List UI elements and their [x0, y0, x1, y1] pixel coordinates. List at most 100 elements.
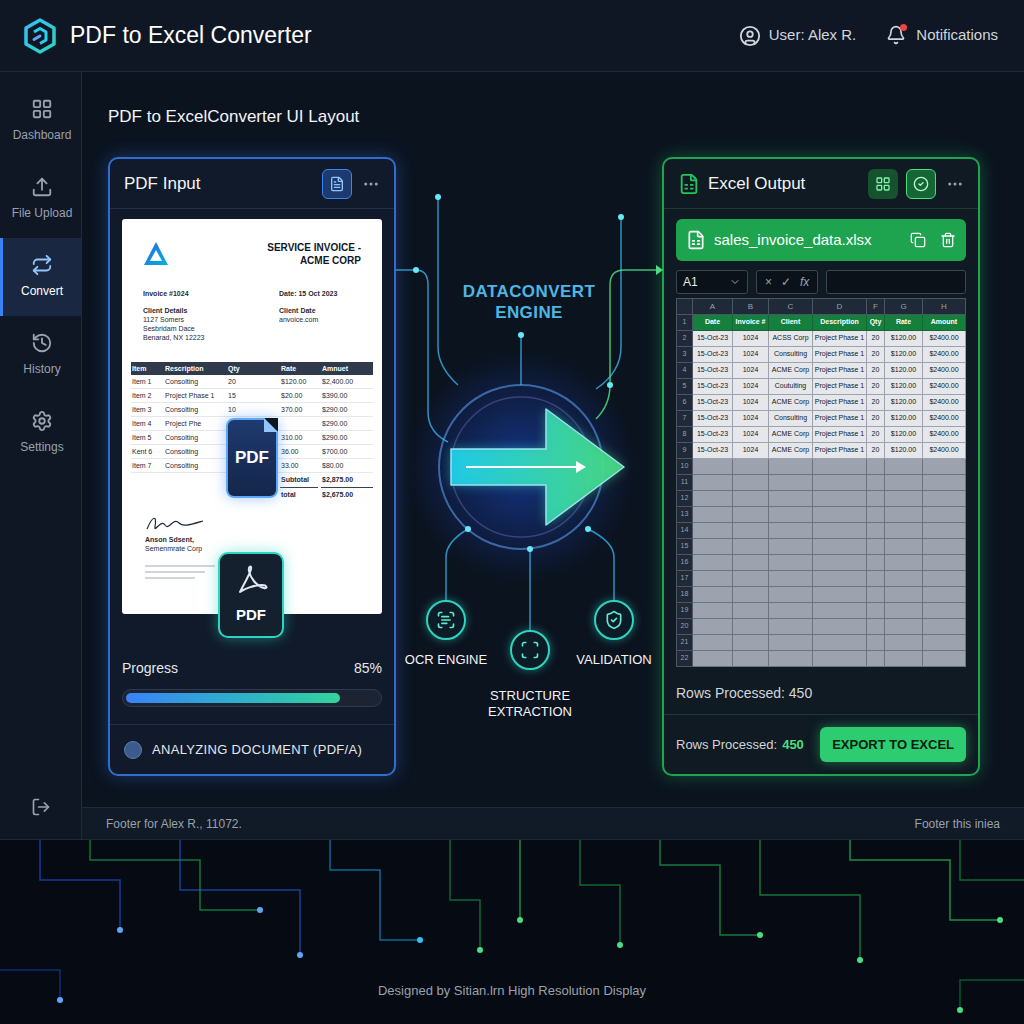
sheet-cell[interactable]	[885, 523, 923, 539]
sheet-row[interactable]: 10	[677, 459, 966, 475]
sheet-cell[interactable]	[769, 603, 813, 619]
sheet-cell[interactable]: $2400.00	[923, 427, 966, 443]
sheet-cell[interactable]	[885, 555, 923, 571]
sheet-row[interactable]: 815-Oct-231024ACME CorpProject Phase 120…	[677, 427, 966, 443]
sheet-row[interactable]: 215-Oct-231024ACSS CorpProject Phase 120…	[677, 331, 966, 347]
sheet-cell[interactable]: Project Phase 1	[813, 331, 867, 347]
copy-icon[interactable]	[910, 232, 926, 248]
sheet-cell[interactable]	[813, 651, 867, 667]
pdf-button[interactable]	[322, 169, 352, 199]
sheet-cell[interactable]: Project Phase 1	[813, 379, 867, 395]
sheet-cell[interactable]	[769, 523, 813, 539]
sheet-cell[interactable]: Project Phase 1	[813, 363, 867, 379]
sheet-cell[interactable]: 1024	[733, 331, 769, 347]
sheet-row[interactable]: 515-Oct-231024CoutultingProject Phase 12…	[677, 379, 966, 395]
sheet-row[interactable]: 15	[677, 539, 966, 555]
sidebar-item[interactable]: History	[0, 316, 81, 394]
sheet-row[interactable]: 22	[677, 651, 966, 667]
sheet-row[interactable]: 21	[677, 635, 966, 651]
sheet-cell[interactable]	[923, 523, 966, 539]
sheet-cell[interactable]	[693, 491, 733, 507]
sheet-cell[interactable]	[813, 459, 867, 475]
sheet-cell[interactable]	[693, 603, 733, 619]
sheet-cell[interactable]	[813, 507, 867, 523]
sheet-cell[interactable]	[733, 555, 769, 571]
sheet-cell[interactable]: Invoice #	[733, 315, 769, 331]
sheet-cell[interactable]	[867, 619, 885, 635]
formula-button[interactable]: ×	[765, 273, 772, 291]
sheet-cell[interactable]	[769, 459, 813, 475]
sheet-cell[interactable]: 15-Oct-23	[693, 331, 733, 347]
sheet-cell[interactable]	[733, 603, 769, 619]
sheet-cell[interactable]: $2400.00	[923, 331, 966, 347]
sheet-cell[interactable]	[813, 475, 867, 491]
sheet-cell[interactable]	[813, 491, 867, 507]
sheet-cell[interactable]	[867, 603, 885, 619]
sheet-cell[interactable]: Description	[813, 315, 867, 331]
sheet-cell[interactable]: Project Phase 1	[813, 411, 867, 427]
sheet-cell[interactable]: Date	[693, 315, 733, 331]
grid-view-button[interactable]	[868, 169, 898, 199]
sidebar-item[interactable]: Dashboard	[0, 82, 81, 160]
sheet-cell[interactable]: 1024	[733, 363, 769, 379]
more-button[interactable]	[946, 175, 964, 193]
sheet-cell[interactable]	[885, 587, 923, 603]
sheet-cell[interactable]	[769, 507, 813, 523]
sheet-cell[interactable]	[867, 459, 885, 475]
sheet-cell[interactable]: Consulting	[769, 411, 813, 427]
sheet-cell[interactable]	[693, 475, 733, 491]
sheet-cell[interactable]	[813, 523, 867, 539]
sheet-cell[interactable]	[885, 571, 923, 587]
sheet-cell[interactable]: 20	[867, 395, 885, 411]
sheet-cell[interactable]: 15-Oct-23	[693, 347, 733, 363]
sheet-cell[interactable]	[693, 635, 733, 651]
sheet-cell[interactable]: $2400.00	[923, 379, 966, 395]
sheet-cell[interactable]	[813, 555, 867, 571]
sheet-cell[interactable]	[923, 555, 966, 571]
sheet-cell[interactable]	[885, 475, 923, 491]
sheet-cell[interactable]: ACME Corp	[769, 363, 813, 379]
sheet-cell[interactable]	[813, 539, 867, 555]
sheet-cell[interactable]: ACME Corp	[769, 427, 813, 443]
sheet-cell[interactable]: $2400.00	[923, 347, 966, 363]
column-header[interactable]: B	[733, 299, 769, 315]
export-button[interactable]: EXPORT TO EXCEL	[820, 727, 966, 763]
column-header[interactable]: H	[923, 299, 966, 315]
sheet-cell[interactable]: 20	[867, 347, 885, 363]
sheet-cell[interactable]: 20	[867, 411, 885, 427]
trash-icon[interactable]	[940, 232, 956, 248]
sheet-cell[interactable]	[693, 587, 733, 603]
sheet-cell[interactable]	[693, 571, 733, 587]
sheet-cell[interactable]	[867, 635, 885, 651]
sheet-cell[interactable]: 20	[867, 427, 885, 443]
sheet-cell[interactable]	[769, 571, 813, 587]
sheet-row[interactable]: 915-Oct-231024ACME CorpProject Phase 120…	[677, 443, 966, 459]
sheet-cell[interactable]: Coutulting	[769, 379, 813, 395]
sheet-cell[interactable]: $2400.00	[923, 363, 966, 379]
sheet-cell[interactable]	[885, 635, 923, 651]
sheet-cell[interactable]	[923, 491, 966, 507]
sheet-cell[interactable]: $120.00	[885, 363, 923, 379]
formula-button[interactable]: ✓	[781, 273, 791, 291]
sheet-cell[interactable]: 15-Oct-23	[693, 443, 733, 459]
sheet-cell[interactable]: $120.00	[885, 443, 923, 459]
sheet-cell[interactable]	[769, 651, 813, 667]
sheet-cell[interactable]	[923, 603, 966, 619]
sheet-cell[interactable]: Project Phase 1	[813, 443, 867, 459]
sheet-cell[interactable]: 15-Oct-23	[693, 395, 733, 411]
sheet-cell[interactable]	[769, 475, 813, 491]
sheet-cell[interactable]: 1024	[733, 427, 769, 443]
sheet-cell[interactable]	[923, 587, 966, 603]
sheet-cell[interactable]: $120.00	[885, 331, 923, 347]
sheet-cell[interactable]: $120.00	[885, 347, 923, 363]
sheet-cell[interactable]	[733, 523, 769, 539]
sheet-row[interactable]: 13	[677, 507, 966, 523]
sheet-row[interactable]: 11	[677, 475, 966, 491]
sheet-cell[interactable]: $2400.00	[923, 443, 966, 459]
sheet-cell[interactable]	[693, 523, 733, 539]
sheet-cell[interactable]	[733, 459, 769, 475]
sheet-row[interactable]: 19	[677, 603, 966, 619]
sheet-cell[interactable]	[867, 475, 885, 491]
formula-input[interactable]	[826, 270, 966, 294]
sheet-cell[interactable]	[769, 555, 813, 571]
